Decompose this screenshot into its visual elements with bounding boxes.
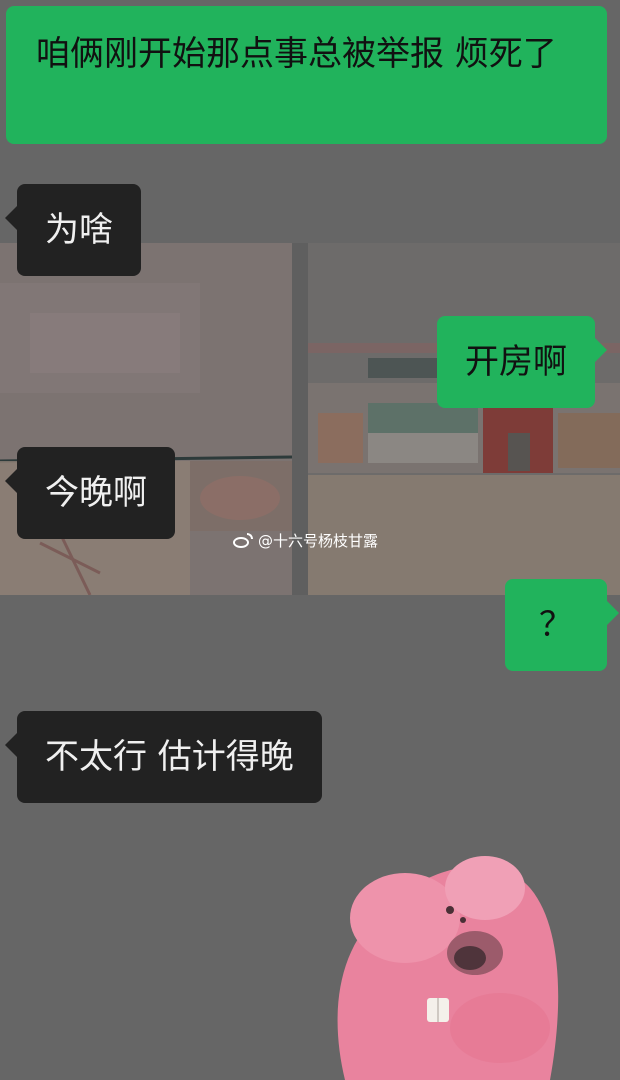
message-text: 今晚啊 (45, 473, 147, 513)
message-bubble-sent[interactable]: ？ (505, 579, 619, 671)
pink-beaver-sticker (337, 856, 559, 1080)
message-text: 咱俩刚开始那点事总被举报 烦死了 (36, 34, 557, 74)
watermark-text: @十六号杨枝甘露 (258, 532, 379, 550)
message-text: 不太行 估计得晚 (45, 737, 294, 777)
message-bubble-sent[interactable]: 开房啊 (437, 316, 607, 408)
message-text: ？ (539, 605, 573, 645)
message-bubble-received[interactable]: 今晚啊 (5, 447, 175, 539)
message-text: 为啥 (45, 210, 113, 250)
message-bubble-received[interactable]: 为啥 (5, 184, 141, 276)
message-bubble-received[interactable]: 不太行 估计得晚 (5, 711, 322, 803)
message-text: 开房啊 (465, 342, 567, 382)
watermark: @十六号杨枝甘露 (232, 530, 378, 551)
weibo-icon (232, 532, 254, 549)
message-bubble-sent[interactable]: 咱俩刚开始那点事总被举报 烦死了 (6, 6, 607, 144)
